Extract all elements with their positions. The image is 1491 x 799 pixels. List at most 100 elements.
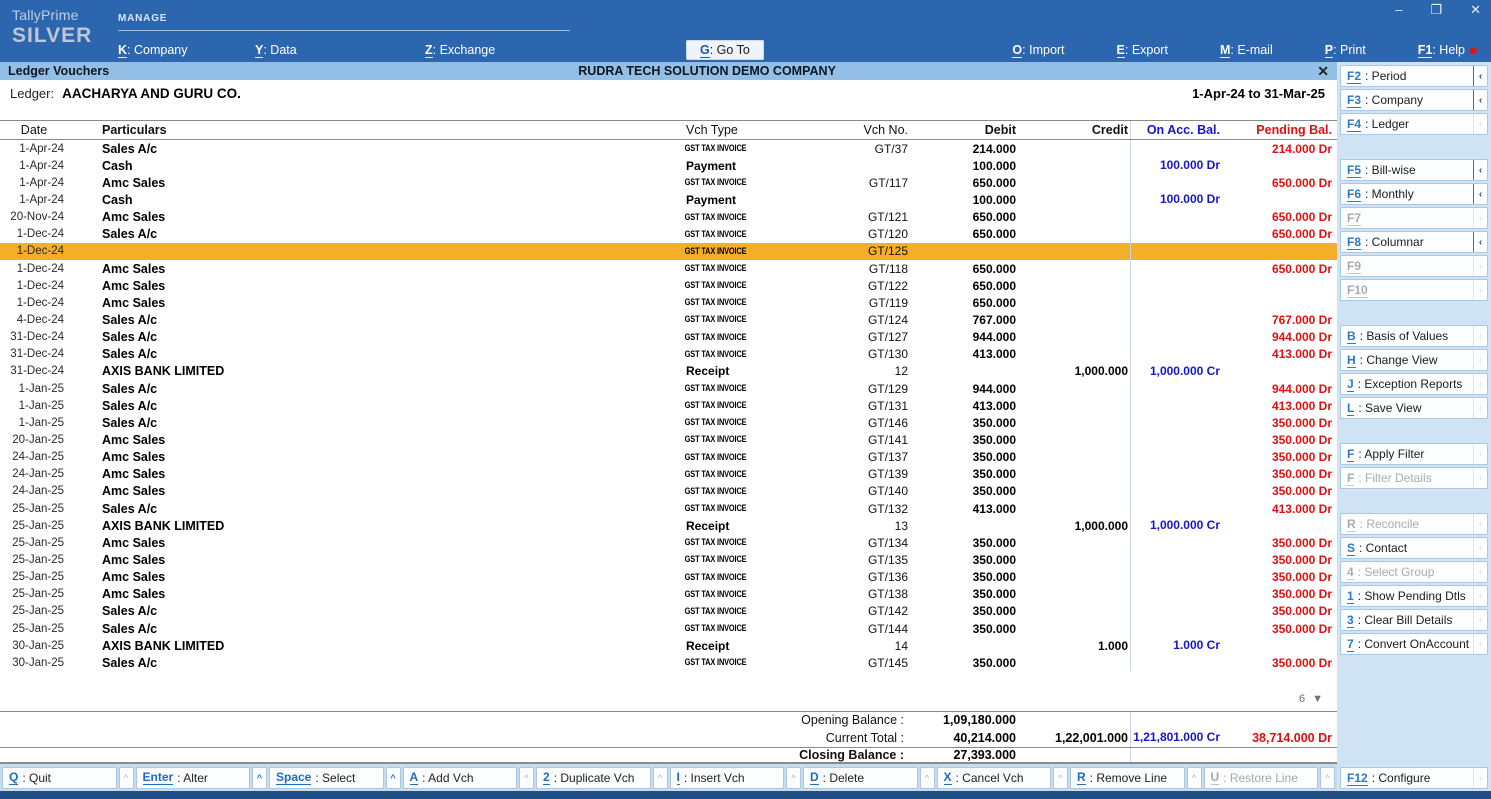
table-row[interactable]: 25-Jan-25Amc SalesGST TAX INVOICEGT/1353… bbox=[0, 551, 1337, 568]
table-row[interactable]: 1-Jan-25Sales A/cGST TAX INVOICEGT/14635… bbox=[0, 414, 1337, 431]
toolbar-button-select[interactable]: Space: Select bbox=[269, 767, 384, 789]
toolbar-button-delete[interactable]: D: Delete bbox=[803, 767, 918, 789]
menu-item-exchange[interactable]: Z: Exchange bbox=[425, 43, 568, 57]
totals-row-closing: Closing Balance :27,393.000 bbox=[0, 747, 1337, 765]
table-row[interactable]: 31-Dec-24Sales A/cGST TAX INVOICEGT/1304… bbox=[0, 346, 1337, 363]
table-row[interactable]: 1-Dec-24Sales A/cGST TAX INVOICEGT/12065… bbox=[0, 226, 1337, 243]
toolbar-expand-caret[interactable]: ^ bbox=[1320, 767, 1335, 789]
toolbar-expand-caret[interactable]: ^ bbox=[1187, 767, 1202, 789]
sidebar-button-company[interactable]: F3: Company‹ bbox=[1340, 89, 1488, 111]
toolbar-expand-caret[interactable]: ^ bbox=[786, 767, 801, 789]
table-row[interactable]: 1-Jan-25Sales A/cGST TAX INVOICEGT/13141… bbox=[0, 397, 1337, 414]
table-row[interactable]: 1-Dec-24Amc SalesGST TAX INVOICEGT/11965… bbox=[0, 294, 1337, 311]
close-report-icon[interactable]: ✕ bbox=[1305, 63, 1329, 80]
table-row[interactable]: 25-Jan-25Amc SalesGST TAX INVOICEGT/1363… bbox=[0, 569, 1337, 586]
table-row[interactable]: 20-Nov-24Amc SalesGST TAX INVOICEGT/1216… bbox=[0, 209, 1337, 226]
scroll-more-indicator[interactable]: 6 ▼ bbox=[1299, 693, 1325, 705]
sidebar-button-show-pending-dtls[interactable]: 1: Show Pending Dtls‹ bbox=[1340, 585, 1488, 607]
cell-on-acc-bal bbox=[1130, 260, 1222, 277]
table-row[interactable]: 1-Apr-24CashPayment100.000100.000 Dr bbox=[0, 157, 1337, 174]
sidebar-button-clear-bill-details[interactable]: 3: Clear Bill Details‹ bbox=[1340, 609, 1488, 631]
table-row[interactable]: 1-Apr-24Amc SalesGST TAX INVOICEGT/11765… bbox=[0, 174, 1337, 191]
cell-debit: 650.000 bbox=[910, 262, 1018, 276]
table-row[interactable]: 24-Jan-25Amc SalesGST TAX INVOICEGT/1403… bbox=[0, 483, 1337, 500]
table-row[interactable]: 31-Dec-24Sales A/cGST TAX INVOICEGT/1279… bbox=[0, 329, 1337, 346]
sidebar-button-configure[interactable]: F12: Configure‹ bbox=[1340, 767, 1488, 789]
toolbar-button-add-vch[interactable]: A: Add Vch bbox=[403, 767, 518, 789]
shortcut-key: M bbox=[1220, 43, 1230, 58]
table-row[interactable]: 1-Apr-24Sales A/cGST TAX INVOICEGT/37214… bbox=[0, 140, 1337, 157]
minimize-icon[interactable]: – bbox=[1395, 2, 1402, 18]
toolbar-button-alter[interactable]: Enter: Alter bbox=[136, 767, 251, 789]
table-row[interactable]: 1-Jan-25Sales A/cGST TAX INVOICEGT/12994… bbox=[0, 380, 1337, 397]
maximize-icon[interactable]: ❐ bbox=[1430, 2, 1442, 18]
cell-debit: 650.000 bbox=[910, 227, 1018, 241]
cell-on-acc-bal bbox=[1130, 551, 1222, 568]
sidebar-button-basis-of-values[interactable]: B: Basis of Values‹ bbox=[1340, 325, 1488, 347]
toolbar-button-cancel-vch[interactable]: X: Cancel Vch bbox=[937, 767, 1052, 789]
table-row[interactable]: 1-Dec-24Amc SalesGST TAX INVOICEGT/12265… bbox=[0, 277, 1337, 294]
shortcut-key: E bbox=[1117, 43, 1125, 58]
menu-item-data[interactable]: Y: Data bbox=[255, 43, 425, 57]
table-row[interactable]: 25-Jan-25Amc SalesGST TAX INVOICEGT/1383… bbox=[0, 586, 1337, 603]
table-row[interactable]: 24-Jan-25Amc SalesGST TAX INVOICEGT/1373… bbox=[0, 449, 1337, 466]
cell-on-acc-bal bbox=[1130, 346, 1222, 363]
table-row[interactable]: 25-Jan-25AXIS BANK LIMITEDReceipt131,000… bbox=[0, 517, 1337, 534]
table-row[interactable]: 1-Dec-24GST TAX INVOICEGT/125 bbox=[0, 243, 1337, 260]
sidebar-button-apply-filter[interactable]: F: Apply Filter‹ bbox=[1340, 443, 1488, 465]
toolbar-button-duplicate-vch[interactable]: 2: Duplicate Vch bbox=[536, 767, 651, 789]
menu-item-e-mail[interactable]: M: E-mail bbox=[1220, 43, 1273, 57]
toolbar-expand-caret[interactable]: ^ bbox=[519, 767, 534, 789]
table-row[interactable]: 30-Jan-25AXIS BANK LIMITEDReceipt141.000… bbox=[0, 637, 1337, 654]
sidebar-button-save-view[interactable]: L: Save View‹ bbox=[1340, 397, 1488, 419]
sidebar-button-monthly[interactable]: F6: Monthly‹ bbox=[1340, 183, 1488, 205]
toolbar-expand-caret[interactable]: ^ bbox=[920, 767, 935, 789]
sidebar-button-contact[interactable]: S: Contact‹ bbox=[1340, 537, 1488, 559]
toolbar-expand-caret[interactable]: ^ bbox=[653, 767, 668, 789]
table-row[interactable]: 25-Jan-25Amc SalesGST TAX INVOICEGT/1343… bbox=[0, 534, 1337, 551]
menu-item-help[interactable]: F1: Help bbox=[1418, 43, 1477, 57]
sidebar-button-label: : Bill-wise bbox=[1365, 163, 1473, 177]
sidebar-button-ledger[interactable]: F4: Ledger‹ bbox=[1340, 113, 1488, 135]
toolbar-expand-caret[interactable]: ^ bbox=[119, 767, 134, 789]
shortcut-key: I bbox=[677, 770, 680, 785]
toolbar-expand-caret[interactable]: ^ bbox=[252, 767, 267, 789]
table-row[interactable]: 20-Jan-25Amc SalesGST TAX INVOICEGT/1413… bbox=[0, 431, 1337, 448]
cell-vch-type: GST TAX INVOICE bbox=[680, 589, 805, 600]
sidebar-button-exception-reports[interactable]: J: Exception Reports‹ bbox=[1340, 373, 1488, 395]
menu-item-import[interactable]: O: Import bbox=[1012, 43, 1064, 57]
sidebar-button-columnar[interactable]: F8: Columnar‹ bbox=[1340, 231, 1488, 253]
toolbar-expand-caret[interactable]: ^ bbox=[386, 767, 401, 789]
chevron-left-icon: ‹ bbox=[1473, 256, 1487, 276]
menu-item-company[interactable]: K: Company bbox=[118, 43, 255, 57]
brand-block: TallyPrime SILVER bbox=[0, 0, 118, 62]
top-menu-right: O: Import E: Export M: E-mail P: Print F1: H… bbox=[1012, 38, 1477, 62]
toolbar-expand-caret[interactable]: ^ bbox=[1053, 767, 1068, 789]
chevron-left-icon: ‹ bbox=[1473, 374, 1487, 394]
sidebar-button-label: : Configure bbox=[1372, 771, 1473, 785]
table-row[interactable]: 1-Apr-24CashPayment100.000100.000 Dr bbox=[0, 191, 1337, 208]
close-window-icon[interactable]: ✕ bbox=[1470, 2, 1481, 18]
goto-button[interactable]: G: Go To bbox=[686, 40, 764, 60]
menu-item-export[interactable]: E: Export bbox=[1117, 43, 1168, 57]
table-row[interactable]: 31-Dec-24AXIS BANK LIMITEDReceipt121,000… bbox=[0, 363, 1337, 380]
toolbar-button-quit[interactable]: Q: Quit bbox=[2, 767, 117, 789]
table-row[interactable]: 30-Jan-25Sales A/cGST TAX INVOICEGT/1453… bbox=[0, 654, 1337, 671]
shortcut-key: 1 bbox=[1347, 589, 1354, 604]
sidebar-button-change-view[interactable]: H: Change View‹ bbox=[1340, 349, 1488, 371]
shortcut-key: 4 bbox=[1347, 565, 1354, 580]
sidebar-group-gap bbox=[1340, 303, 1488, 325]
sidebar-button-period[interactable]: F2: Period‹ bbox=[1340, 65, 1488, 87]
sidebar-button-bill-wise[interactable]: F5: Bill-wise‹ bbox=[1340, 159, 1488, 181]
sidebar-button-convert-onaccount[interactable]: 7: Convert OnAccount‹ bbox=[1340, 633, 1488, 655]
table-row[interactable]: 1-Dec-24Amc SalesGST TAX INVOICEGT/11865… bbox=[0, 260, 1337, 277]
table-row[interactable]: 25-Jan-25Sales A/cGST TAX INVOICEGT/1423… bbox=[0, 603, 1337, 620]
toolbar-button-insert-vch[interactable]: I: Insert Vch bbox=[670, 767, 785, 789]
table-row[interactable]: 25-Jan-25Sales A/cGST TAX INVOICEGT/1324… bbox=[0, 500, 1337, 517]
table-row[interactable]: 4-Dec-24Sales A/cGST TAX INVOICEGT/12476… bbox=[0, 311, 1337, 328]
table-row[interactable]: 25-Jan-25Sales A/cGST TAX INVOICEGT/1443… bbox=[0, 620, 1337, 637]
menu-item-print[interactable]: P: Print bbox=[1325, 43, 1366, 57]
table-row[interactable]: 24-Jan-25Amc SalesGST TAX INVOICEGT/1393… bbox=[0, 466, 1337, 483]
toolbar-button-remove-line[interactable]: R: Remove Line bbox=[1070, 767, 1185, 789]
cell-date: 4-Dec-24 bbox=[0, 314, 68, 326]
